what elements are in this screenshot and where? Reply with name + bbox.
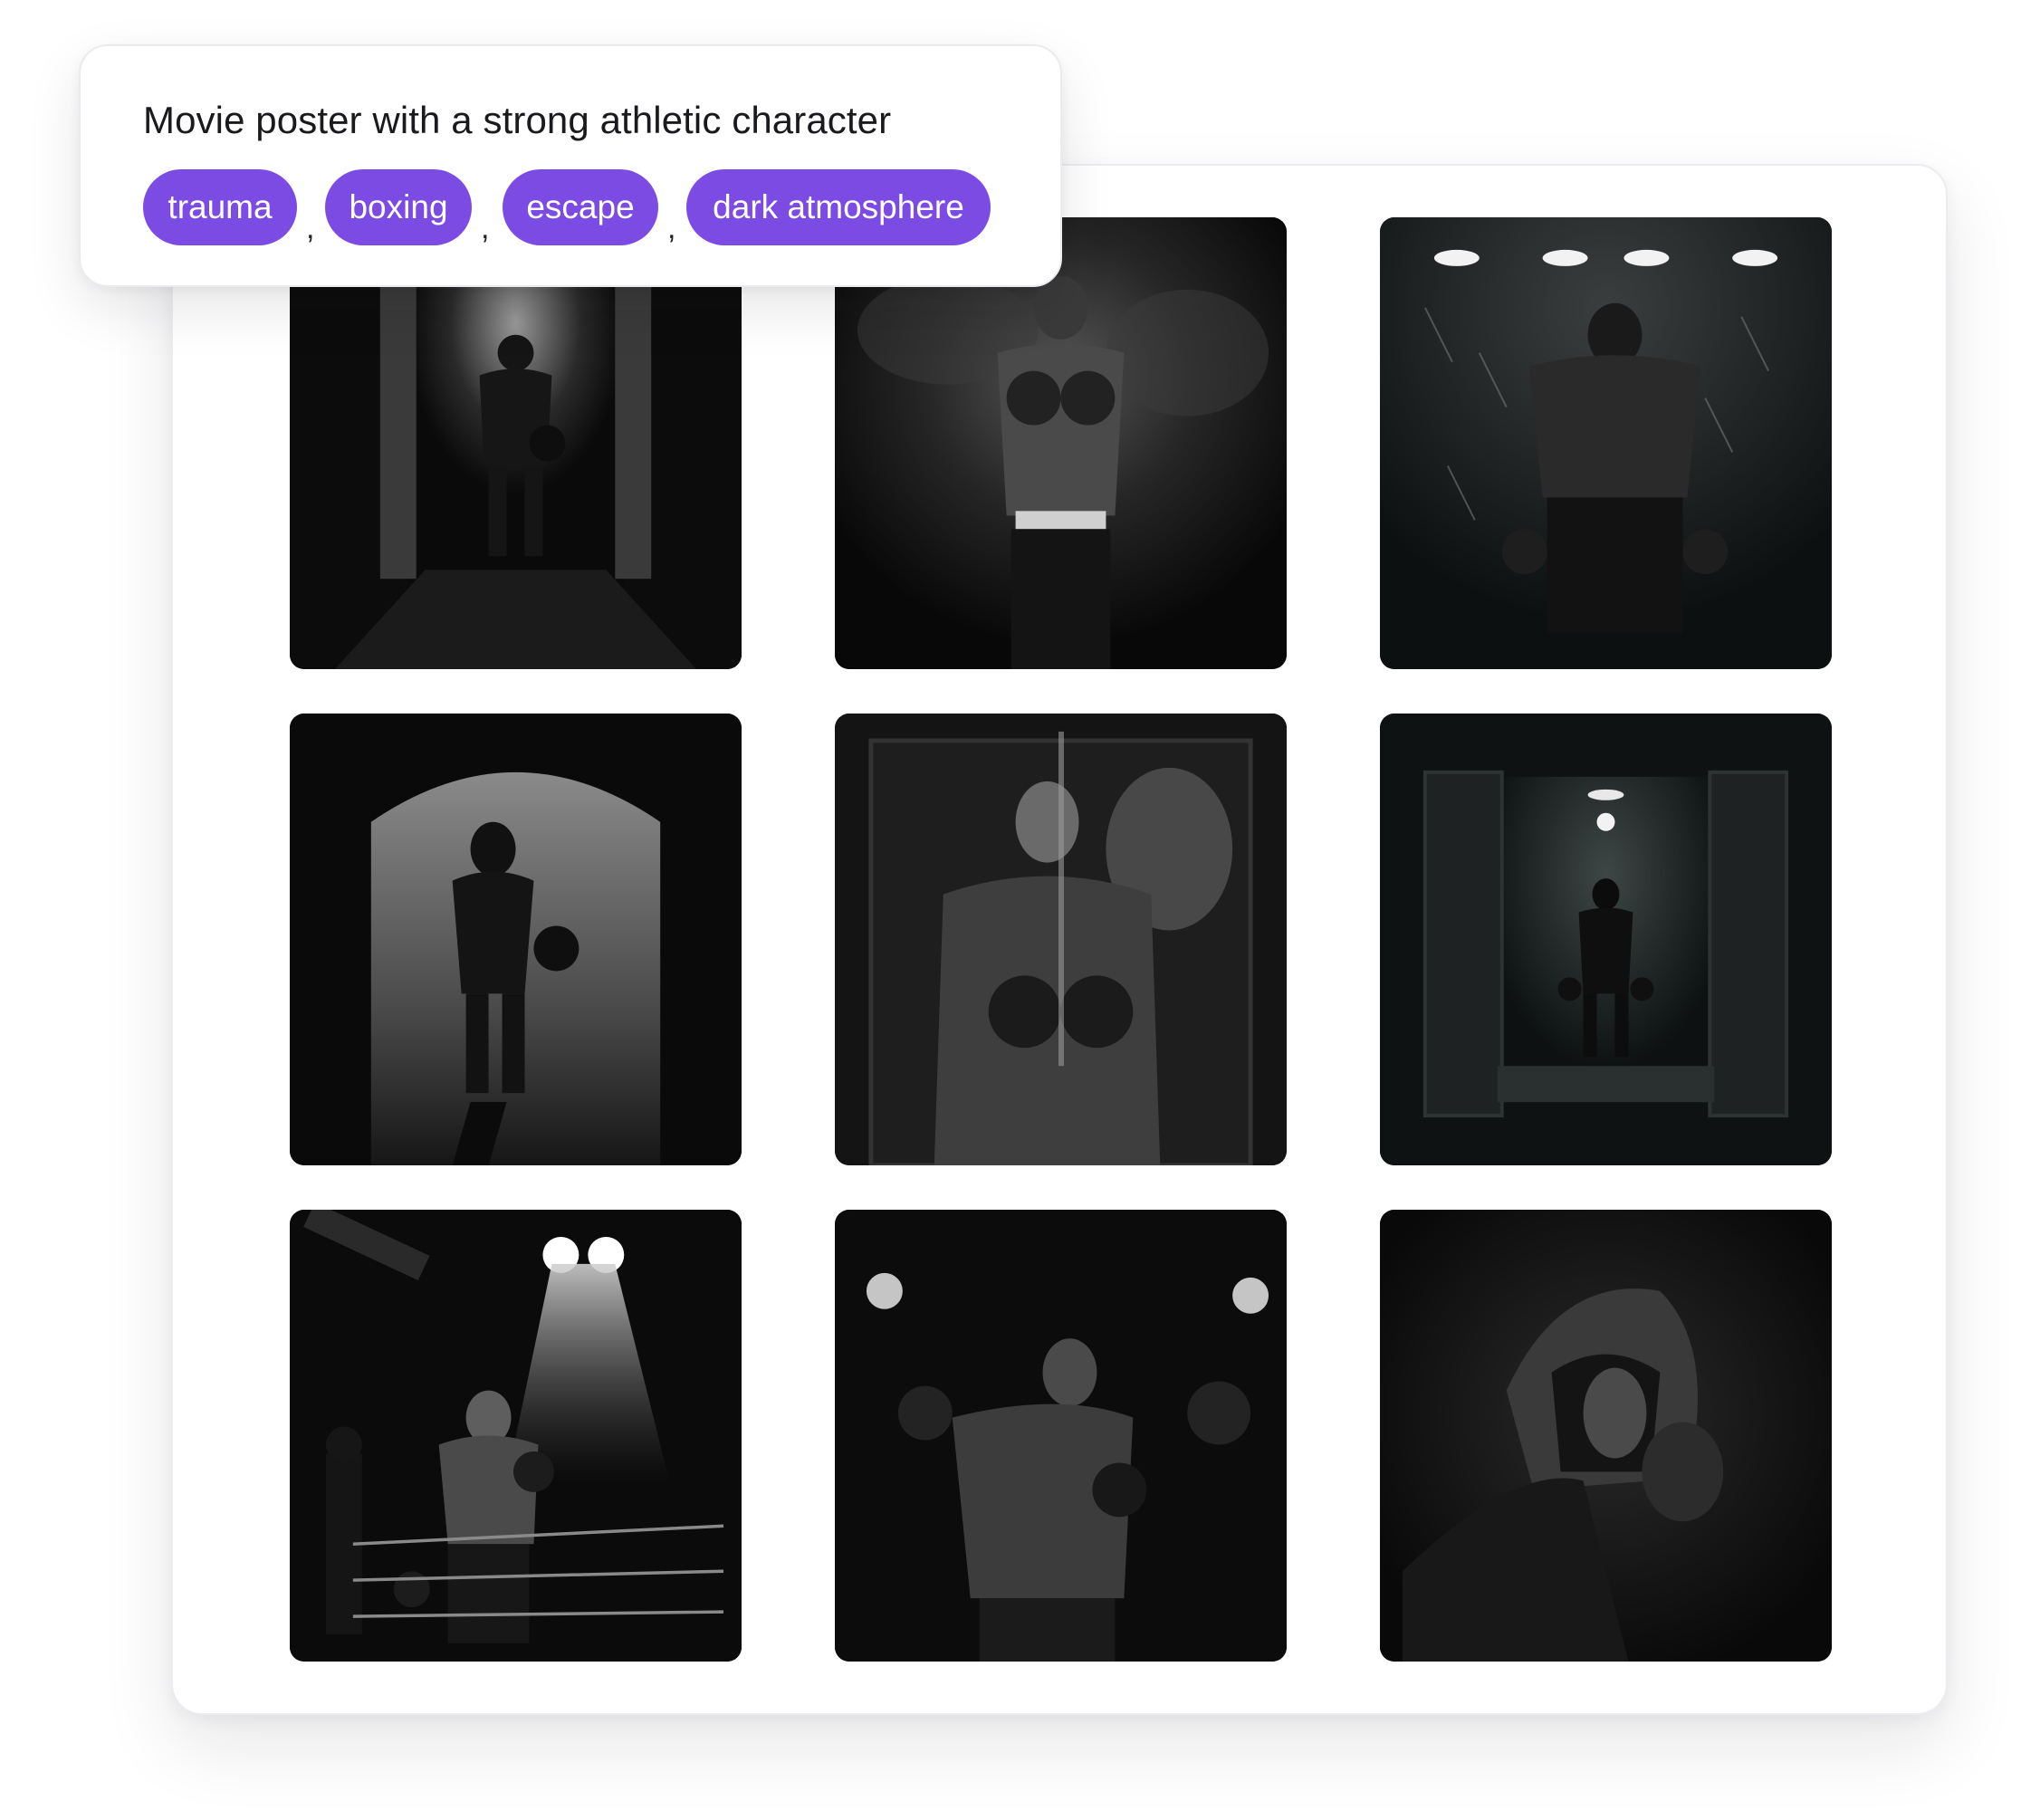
gallery-image-4[interactable] (290, 714, 742, 1165)
boxer-bokeh-image (835, 1210, 1287, 1662)
tag-trauma[interactable]: trauma (143, 169, 297, 245)
tag-escape[interactable]: escape (503, 169, 658, 245)
tag-boxing[interactable]: boxing (325, 169, 472, 245)
tag-separator: , (306, 211, 315, 245)
prompt-title: Movie poster with a strong athletic char… (143, 99, 892, 141)
boxer-back-lights-image (1380, 217, 1832, 669)
gallery-image-7[interactable] (290, 1210, 742, 1662)
tag-dark-atmosphere[interactable]: dark atmosphere (686, 169, 991, 245)
prompt-card: Movie poster with a strong athletic char… (79, 44, 1062, 287)
gallery-image-6[interactable] (1380, 714, 1832, 1165)
gallery-image-5[interactable] (835, 714, 1287, 1165)
boxer-ring-spotlight-image (290, 1210, 742, 1662)
boxer-arch-rain-image (290, 714, 742, 1165)
image-grid (290, 217, 1832, 1662)
gallery-image-8[interactable] (835, 1210, 1287, 1662)
boxer-corridor-image (1380, 714, 1832, 1165)
tag-separator: , (667, 211, 676, 245)
gallery-image-3[interactable] (1380, 217, 1832, 669)
gallery-panel (171, 164, 1948, 1715)
gallery-image-9[interactable] (1380, 1210, 1832, 1662)
tag-separator: , (481, 211, 490, 245)
stage: Movie poster with a strong athletic char… (0, 0, 2021, 1820)
boxer-hooded-image (1380, 1210, 1832, 1662)
boxer-double-exposure-image (835, 714, 1287, 1165)
